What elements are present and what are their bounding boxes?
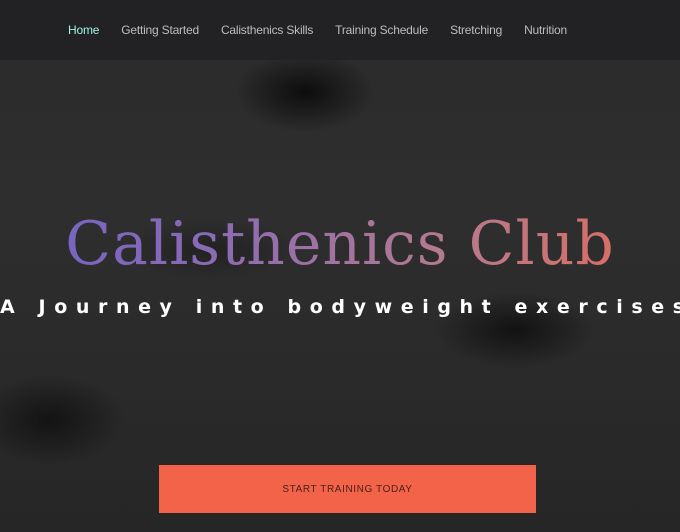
nav-item-training-schedule[interactable]: Training Schedule — [335, 23, 428, 37]
hero-title: Calisthenics Club — [0, 205, 680, 283]
top-navbar: Home Getting Started Calisthenics Skills… — [0, 0, 680, 60]
hero-subtitle: A Journey into bodyweight exercises — [0, 296, 680, 318]
nav-item-calisthenics-skills[interactable]: Calisthenics Skills — [221, 23, 313, 37]
nav-list: Home Getting Started Calisthenics Skills… — [0, 23, 589, 37]
nav-item-getting-started[interactable]: Getting Started — [121, 23, 199, 37]
nav-item-home[interactable]: Home — [68, 23, 99, 37]
page: Home Getting Started Calisthenics Skills… — [0, 0, 680, 532]
nav-item-nutrition[interactable]: Nutrition — [524, 23, 567, 37]
start-training-button[interactable]: START TRAINING TODAY — [159, 465, 536, 513]
nav-item-stretching[interactable]: Stretching — [450, 23, 502, 37]
